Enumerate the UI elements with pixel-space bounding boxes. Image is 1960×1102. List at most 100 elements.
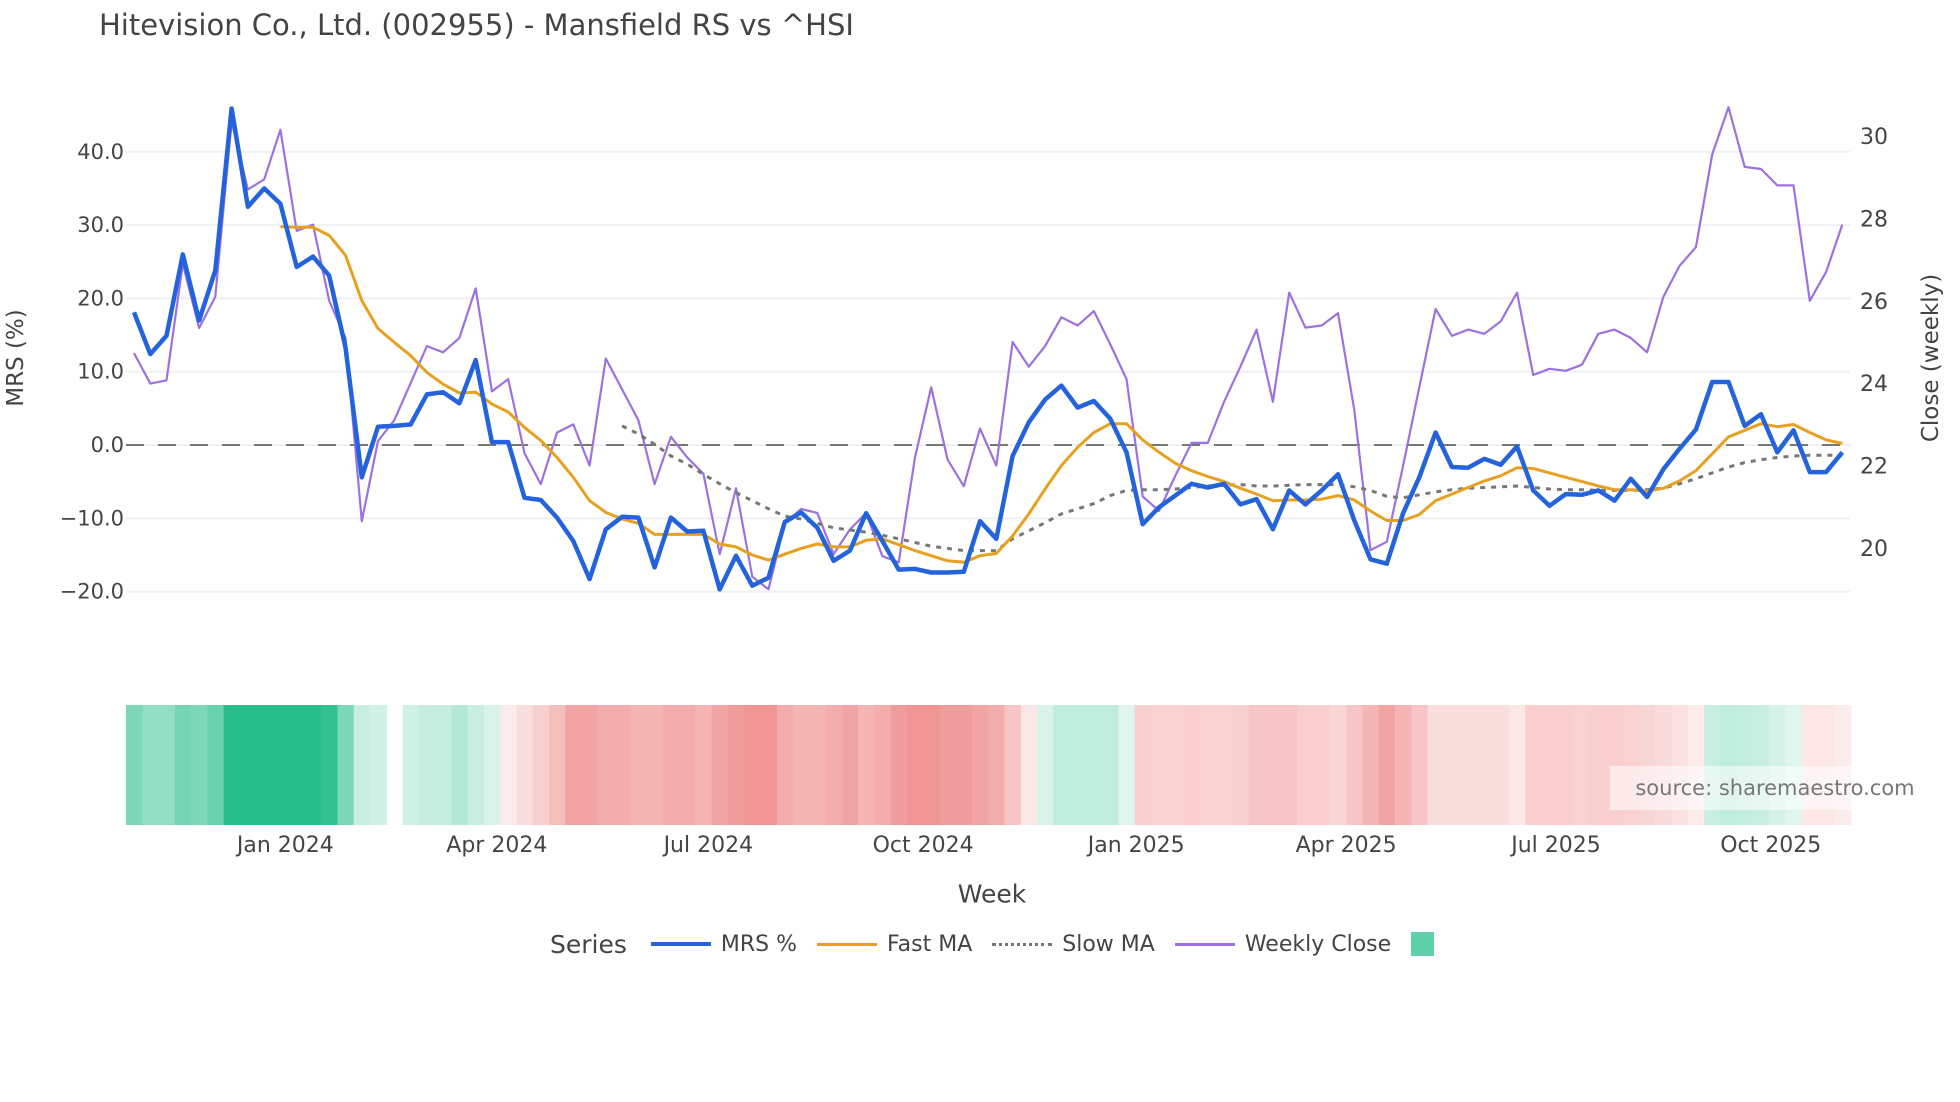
- heatmap-cell: [1167, 705, 1185, 825]
- heatmap-cell: [1427, 705, 1445, 825]
- x-tick-label: Oct 2024: [873, 833, 974, 858]
- heatmap-cell: [191, 705, 208, 825]
- legend-swatch-slow-ma: [992, 942, 1053, 946]
- heatmap-cell: [858, 705, 876, 825]
- heatmap-cell: [516, 705, 534, 825]
- heatmap-cell: [304, 705, 322, 825]
- gridlines: [126, 150, 1850, 593]
- heatmap-cell: [939, 705, 957, 825]
- heatmap-cell: [402, 705, 420, 825]
- heatmap-cell: [1232, 705, 1250, 825]
- heatmap-cell: [1004, 705, 1022, 825]
- y-axis-title-left: MRS (%): [3, 309, 29, 407]
- heatmap-strip: [126, 705, 1852, 825]
- heatmap-cell: [1346, 705, 1364, 825]
- heatmap-cell: [906, 705, 924, 825]
- heatmap-cell: [256, 705, 274, 825]
- heatmap-cell: [1281, 705, 1299, 825]
- heatmap-cell: [1395, 705, 1412, 825]
- heatmap-cell: [744, 705, 762, 825]
- y-tick-label: −20.0: [60, 580, 124, 604]
- legend-item-fast-ma[interactable]: Fast MA: [817, 932, 972, 957]
- weekly-close-line: [133, 106, 1844, 591]
- y2-tick-label: 28: [1860, 207, 1888, 232]
- legend-item-slow-ma[interactable]: Slow MA: [992, 932, 1155, 957]
- heatmap-cell: [1557, 705, 1575, 825]
- heatmap-cell: [1037, 705, 1054, 825]
- legend-swatch-fast-ma: [817, 942, 878, 946]
- legend-title: Series: [550, 929, 627, 959]
- heatmap-cell: [581, 705, 599, 825]
- heatmap-cell: [1476, 705, 1494, 825]
- heatmap-cell: [1574, 705, 1591, 825]
- y-axis-title-right: Close (weekly): [1918, 273, 1944, 443]
- chart-title: Hitevision Co., Ltd. (002955) - Mansfiel…: [99, 8, 854, 42]
- heatmap-cell: [1085, 705, 1103, 825]
- heatmap-cell: [1134, 705, 1152, 825]
- heatmap-cell: [174, 705, 192, 825]
- heatmap-cell: [890, 705, 908, 825]
- legend-item-weekly-close[interactable]: Weekly Close: [1174, 932, 1391, 957]
- legend-label-slow-ma: Slow MA: [1062, 931, 1155, 957]
- y-tick-label: 40.0: [77, 140, 124, 164]
- x-tick-label: Jul 2025: [1509, 833, 1601, 858]
- heatmap-cell: [483, 705, 501, 825]
- y2-tick-label: 20: [1860, 537, 1888, 562]
- mrs-line: [131, 106, 1845, 592]
- heatmap-cell: [1183, 705, 1201, 825]
- heatmap-cell: [337, 705, 355, 825]
- y-tick-label: 20.0: [77, 286, 124, 310]
- source-watermark: source: sharemaestro.com: [1610, 766, 1940, 810]
- heatmap-cell: [841, 705, 859, 825]
- heatmap-cell: [272, 705, 290, 825]
- heatmap-cell: [451, 705, 469, 825]
- heatmap-cell: [1590, 705, 1608, 825]
- heatmap-cell: [370, 705, 387, 825]
- y2-tick-label: 24: [1860, 372, 1888, 397]
- heatmap-cell: [142, 705, 160, 825]
- y2-tick-label: 30: [1860, 125, 1888, 150]
- heatmap-cell: [1020, 705, 1038, 825]
- x-tick-label: Oct 2025: [1720, 833, 1821, 858]
- heatmap-cell: [923, 705, 941, 825]
- heatmap-cell: [646, 705, 664, 825]
- heatmap-cell: [288, 705, 306, 825]
- heatmap-cell: [1541, 705, 1559, 825]
- y-tick-label: 30.0: [77, 213, 124, 237]
- heatmap-cell: [711, 705, 729, 825]
- heatmap-cell: [1362, 705, 1380, 825]
- y2-tick-label: 26: [1860, 290, 1888, 315]
- heatmap-cell: [1492, 705, 1510, 825]
- heatmap-cell: [565, 705, 583, 825]
- legend-item-mrs[interactable]: MRS %: [650, 931, 798, 957]
- heatmap-cell: [793, 705, 810, 825]
- legend-swatch-mrs: [650, 942, 711, 946]
- legend-label-mrs: MRS %: [720, 931, 798, 957]
- heatmap-cell: [1378, 705, 1396, 825]
- heatmap-cell: [126, 705, 143, 825]
- legend-heatmap-swatch[interactable]: [1411, 932, 1435, 956]
- heatmap-cell: [549, 705, 566, 825]
- heatmap-cell: [1297, 705, 1315, 825]
- heatmap-cell: [1443, 705, 1461, 825]
- heatmap-cell: [760, 705, 778, 825]
- heatmap-cell: [532, 705, 550, 825]
- heatmap-cell: [418, 705, 436, 825]
- heatmap-cell: [630, 705, 648, 825]
- heatmap-cell: [1118, 705, 1136, 825]
- heatmap-cell: [223, 705, 241, 825]
- y-tick-label: 10.0: [77, 360, 124, 384]
- heatmap-cell: [1460, 705, 1478, 825]
- heatmap-cell: [467, 705, 485, 825]
- heatmap-cell: [158, 705, 176, 825]
- heatmap-cell: [776, 705, 794, 825]
- heatmap-cell: [500, 705, 518, 825]
- heatmap-cell: [239, 705, 257, 825]
- heatmap-cell: [679, 705, 697, 825]
- series-lines: [131, 106, 1845, 592]
- heatmap-cell: [825, 705, 843, 825]
- x-axis-title: Week: [957, 879, 1027, 909]
- heatmap-cell: [1248, 705, 1266, 825]
- heatmap-cell: [1411, 705, 1429, 825]
- heatmap-cell: [1313, 705, 1331, 825]
